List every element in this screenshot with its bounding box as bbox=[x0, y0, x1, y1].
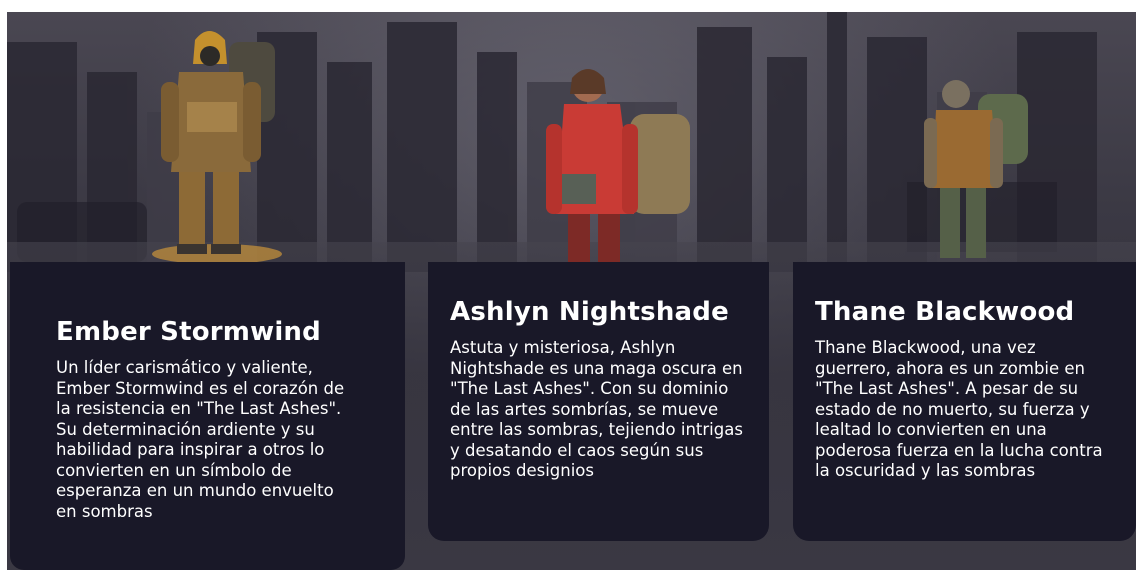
character-description: Thane Blackwood, una vez guerrero, ahora… bbox=[815, 338, 1103, 480]
character-description: Un líder carismático y valiente, Ember S… bbox=[56, 358, 345, 521]
character-name: Ashlyn Nightshade bbox=[450, 297, 729, 327]
character-name: Ember Stormwind bbox=[56, 317, 321, 347]
character-card-ashlyn-nightshade: Ashlyn Nightshade Astuta y misteriosa, A… bbox=[428, 262, 769, 541]
character-name: Thane Blackwood bbox=[815, 297, 1075, 327]
thane-blackwood-figure bbox=[924, 80, 1028, 258]
character-description: Astuta y misteriosa, Ashlyn Nightshade e… bbox=[450, 338, 743, 480]
hero-background: Ember Stormwind Un líder carismático y v… bbox=[7, 12, 1136, 570]
character-card-ember-stormwind: Ember Stormwind Un líder carismático y v… bbox=[10, 262, 405, 570]
ember-stormwind-figure bbox=[152, 31, 282, 264]
ashlyn-nightshade-figure bbox=[546, 69, 690, 264]
character-card-thane-blackwood: Thane Blackwood Thane Blackwood, una vez… bbox=[793, 262, 1136, 541]
